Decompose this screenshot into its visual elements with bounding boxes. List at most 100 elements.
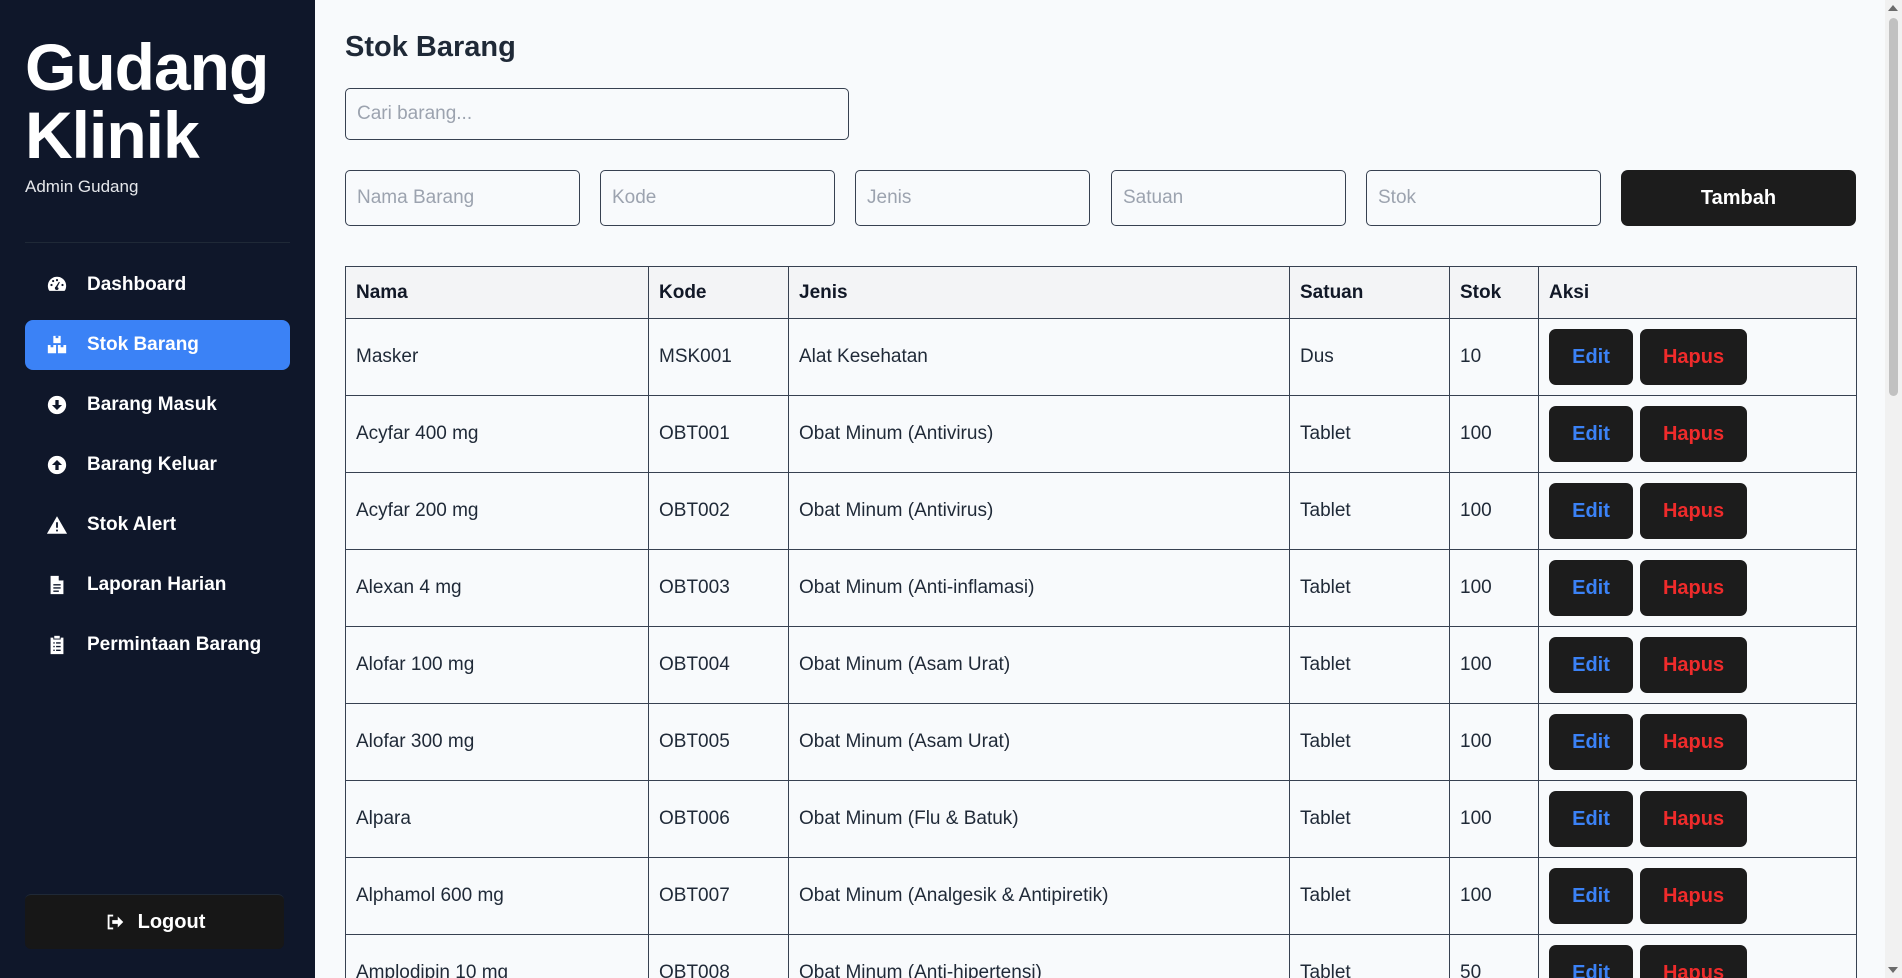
table-row: Alofar 300 mg OBT005 Obat Minum (Asam Urat… — [345, 703, 1857, 781]
cell-satuan: Tablet — [1289, 395, 1450, 473]
cell-satuan: Tablet — [1289, 857, 1450, 935]
column-header-aksi: Aksi — [1538, 266, 1857, 319]
sidebar-item-label: Barang Keluar — [87, 454, 217, 475]
edit-button[interactable]: Edit — [1549, 714, 1633, 770]
table-row: Alofar 100 mg OBT004 Obat Minum (Asam Urat… — [345, 626, 1857, 704]
edit-button[interactable]: Edit — [1549, 329, 1633, 385]
stok-field[interactable] — [1366, 170, 1601, 226]
cell-satuan: Tablet — [1289, 472, 1450, 550]
logout-icon — [107, 914, 123, 930]
sidebar-item-stok-barang[interactable]: Stok Barang — [25, 320, 290, 370]
scroll-thumb[interactable] — [1889, 18, 1898, 396]
cell-aksi: Edit Hapus — [1538, 934, 1857, 978]
delete-button[interactable]: Hapus — [1640, 714, 1747, 770]
table-row: Acyfar 200 mg OBT002 Obat Minum (Antivirus… — [345, 472, 1857, 550]
cell-satuan: Tablet — [1289, 703, 1450, 781]
sidebar-item-label: Barang Masuk — [87, 394, 217, 415]
main-content: Stok Barang Tambah Nama Kode Jenis Satua… — [345, 0, 1857, 978]
cell-stok: 100 — [1449, 780, 1539, 858]
cell-aksi: Edit Hapus — [1538, 780, 1857, 858]
cell-kode: OBT007 — [648, 857, 789, 935]
delete-button[interactable]: Hapus — [1640, 868, 1747, 924]
sidebar-item-barang-masuk[interactable]: Barang Masuk — [25, 380, 290, 430]
delete-button[interactable]: Hapus — [1640, 791, 1747, 847]
sidebar-item-barang-keluar[interactable]: Barang Keluar — [25, 440, 290, 490]
cell-nama: Alexan 4 mg — [345, 549, 649, 627]
stock-table: Nama Kode Jenis Satuan Stok Aksi Masker M… — [345, 266, 1857, 978]
column-header-stok[interactable]: Stok — [1449, 266, 1539, 319]
delete-button[interactable]: Hapus — [1640, 637, 1747, 693]
sidebar-item-permintaan-barang[interactable]: Permintaan Barang — [25, 620, 290, 670]
search-input[interactable] — [345, 88, 849, 140]
scroll-down-arrow-icon[interactable] — [1888, 967, 1898, 973]
cell-kode: OBT003 — [648, 549, 789, 627]
delete-button[interactable]: Hapus — [1640, 406, 1747, 462]
dashboard-gauge-icon — [45, 273, 69, 297]
column-header-jenis[interactable]: Jenis — [788, 266, 1290, 319]
sidebar-item-label: Permintaan Barang — [87, 634, 262, 655]
sidebar-item-laporan-harian[interactable]: Laporan Harian — [25, 560, 290, 610]
edit-button[interactable]: Edit — [1549, 483, 1633, 539]
app-title: Gudang Klinik — [25, 30, 269, 172]
delete-button[interactable]: Hapus — [1640, 560, 1747, 616]
cell-satuan: Tablet — [1289, 549, 1450, 627]
satuan-field[interactable] — [1111, 170, 1346, 226]
sidebar-item-dashboard[interactable]: Dashboard — [25, 260, 290, 310]
column-header-kode[interactable]: Kode — [648, 266, 789, 319]
cell-kode: OBT001 — [648, 395, 789, 473]
cell-nama: Alofar 100 mg — [345, 626, 649, 704]
edit-button[interactable]: Edit — [1549, 637, 1633, 693]
cell-jenis: Obat Minum (Analgesik & Antipiretik) — [788, 857, 1290, 935]
cell-satuan: Dus — [1289, 318, 1450, 396]
jenis-field[interactable] — [855, 170, 1090, 226]
cell-stok: 100 — [1449, 549, 1539, 627]
cell-nama: Amplodipin 10 mg — [345, 934, 649, 978]
cell-stok: 50 — [1449, 934, 1539, 978]
cell-nama: Alpara — [345, 780, 649, 858]
cell-stok: 100 — [1449, 857, 1539, 935]
cell-nama: Acyfar 200 mg — [345, 472, 649, 550]
table-row: Alpara OBT006 Obat Minum (Flu & Batuk) Tabl… — [345, 780, 1857, 858]
scroll-up-arrow-icon[interactable] — [1888, 5, 1898, 11]
edit-button[interactable]: Edit — [1549, 406, 1633, 462]
column-header-nama[interactable]: Nama — [345, 266, 649, 319]
warning-triangle-icon — [45, 513, 69, 537]
cell-kode: OBT002 — [648, 472, 789, 550]
sidebar-item-stok-alert[interactable]: Stok Alert — [25, 500, 290, 550]
add-button[interactable]: Tambah — [1621, 170, 1856, 226]
cell-satuan: Tablet — [1289, 626, 1450, 704]
edit-button[interactable]: Edit — [1549, 868, 1633, 924]
cell-stok: 100 — [1449, 472, 1539, 550]
cell-jenis: Obat Minum (Antivirus) — [788, 472, 1290, 550]
delete-button[interactable]: Hapus — [1640, 483, 1747, 539]
nama-barang-field[interactable] — [345, 170, 580, 226]
edit-button[interactable]: Edit — [1549, 945, 1633, 978]
delete-button[interactable]: Hapus — [1640, 945, 1747, 978]
cell-jenis: Alat Kesehatan — [788, 318, 1290, 396]
page-scrollbar[interactable] — [1885, 0, 1902, 978]
add-item-form: Tambah — [345, 170, 1856, 226]
edit-button[interactable]: Edit — [1549, 560, 1633, 616]
table-row: Alphamol 600 mg OBT007 Obat Minum (Analges… — [345, 857, 1857, 935]
logout-label: Logout — [137, 910, 206, 933]
column-header-satuan[interactable]: Satuan — [1289, 266, 1450, 319]
table-body: Masker MSK001 Alat Kesehatan Dus 10 Edit Hapus… — [345, 318, 1857, 978]
cell-kode: OBT005 — [648, 703, 789, 781]
kode-field[interactable] — [600, 170, 835, 226]
stock-table-container: Nama Kode Jenis Satuan Stok Aksi Masker M… — [345, 266, 1857, 978]
table-row: Acyfar 400 mg OBT001 Obat Minum (Antivirus… — [345, 395, 1857, 473]
page-title: Stok Barang — [345, 31, 516, 63]
cell-jenis: Obat Minum (Antivirus) — [788, 395, 1290, 473]
edit-button[interactable]: Edit — [1549, 791, 1633, 847]
cell-kode: OBT004 — [648, 626, 789, 704]
cell-jenis: Obat Minum (Asam Urat) — [788, 626, 1290, 704]
cell-jenis: Obat Minum (Anti-hipertensi) — [788, 934, 1290, 978]
cell-aksi: Edit Hapus — [1538, 549, 1857, 627]
user-role: Admin Gudang — [25, 177, 139, 196]
logout-button[interactable]: Logout — [25, 894, 284, 949]
delete-button[interactable]: Hapus — [1640, 329, 1747, 385]
cell-kode: OBT006 — [648, 780, 789, 858]
arrow-circle-down-icon — [45, 393, 69, 417]
table-row: Alexan 4 mg OBT003 Obat Minum (Anti-inflam… — [345, 549, 1857, 627]
cell-stok: 10 — [1449, 318, 1539, 396]
